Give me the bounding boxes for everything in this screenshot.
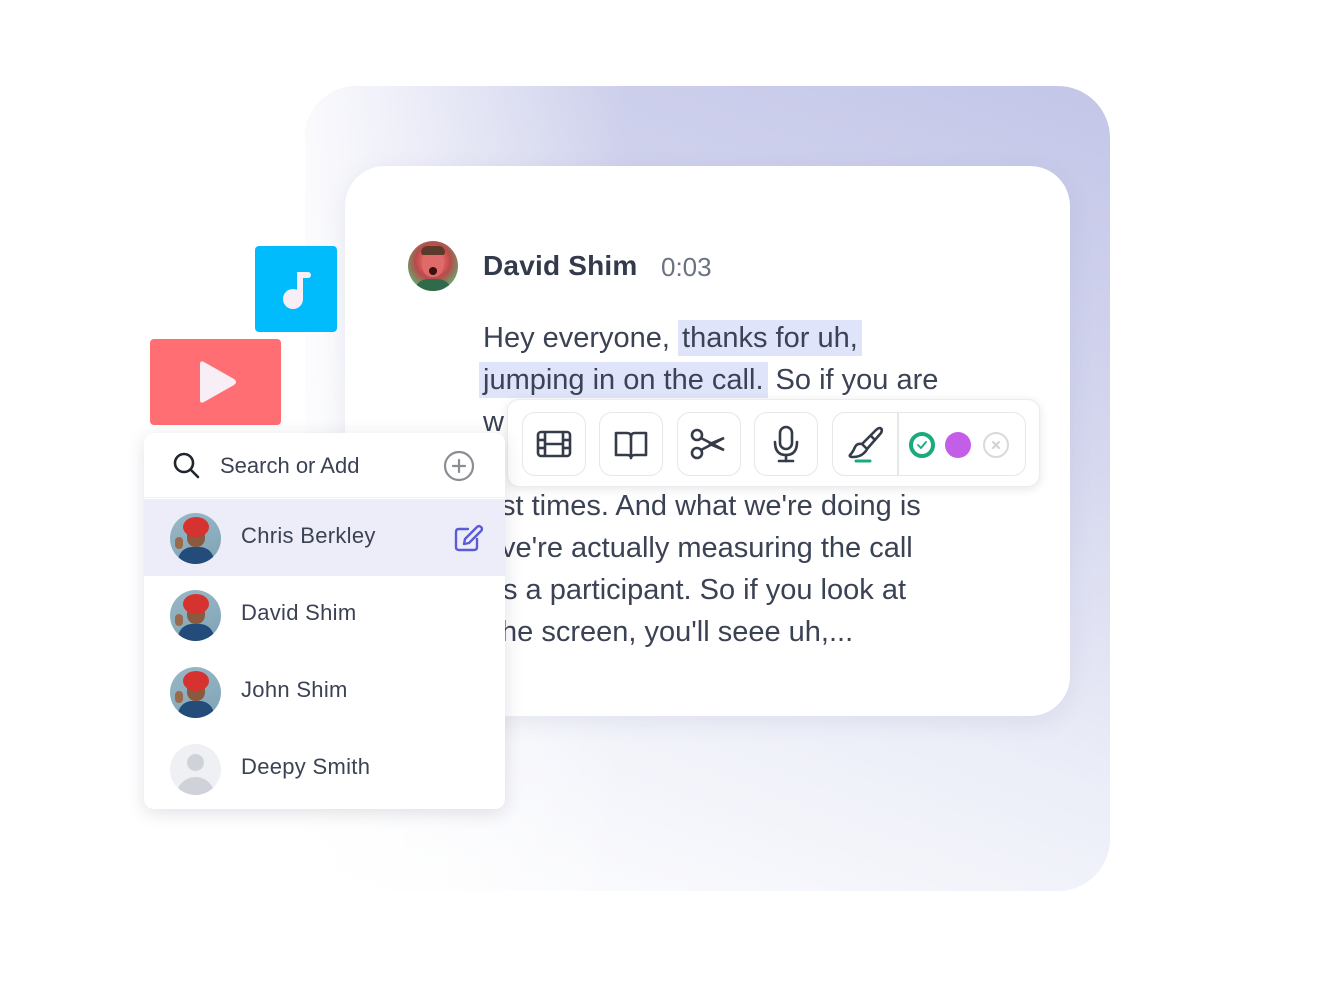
speaker-picker: Chris Berkley David Shim John Shim Deepy… [144, 433, 505, 809]
transcript-segment: Hey everyone, [483, 322, 679, 354]
speaker-name[interactable]: David Shim [483, 250, 637, 282]
paintbrush-icon [848, 426, 884, 463]
person-row[interactable]: Chris Berkley [144, 499, 505, 576]
search-input[interactable] [220, 449, 430, 483]
close-icon [992, 441, 1000, 449]
person-row[interactable]: John Shim [144, 653, 505, 730]
search-row [144, 433, 505, 498]
highlight-color-group [832, 412, 1026, 476]
swatch-green[interactable] [909, 432, 935, 458]
person-name: John Shim [241, 677, 348, 702]
highlighted-segment[interactable]: thanks for uh, [678, 320, 862, 356]
check-icon [917, 441, 927, 449]
avatar [170, 667, 221, 718]
speaker-avatar [408, 241, 458, 291]
person-name: David Shim [241, 600, 357, 625]
avatar [170, 513, 221, 564]
highlight-button[interactable] [833, 413, 897, 477]
annotation-toolbar [507, 399, 1040, 487]
person-row[interactable]: Deepy Smith [144, 730, 505, 807]
edit-icon[interactable] [454, 524, 484, 552]
transcript-line: st times. And what we're doing is [501, 490, 921, 522]
scissors-icon [690, 428, 725, 460]
microphone-icon [773, 425, 799, 463]
person-name: Deepy Smith [241, 754, 371, 779]
timestamp[interactable]: 0:03 [661, 252, 712, 283]
transcript-segment: So if you are [767, 364, 939, 396]
clip-button[interactable] [522, 412, 586, 476]
transcript-line: jumping in on the call. So if you are [479, 359, 938, 401]
search-icon [173, 452, 200, 479]
avatar [170, 590, 221, 641]
audio-tile[interactable] [255, 246, 337, 332]
person-row[interactable]: David Shim [144, 576, 505, 653]
video-tile[interactable] [150, 339, 281, 425]
voice-button[interactable] [754, 412, 818, 476]
person-name: Chris Berkley [241, 523, 376, 548]
add-icon[interactable] [443, 450, 475, 482]
music-note-icon [283, 272, 311, 309]
play-icon [199, 361, 236, 403]
cut-button[interactable] [677, 412, 741, 476]
transcript-line: s a participant. So if you look at [503, 574, 906, 606]
clear-highlight-button[interactable] [983, 432, 1009, 458]
transcript-line: Hey everyone, thanks for uh, [483, 317, 862, 359]
swatch-purple[interactable] [945, 432, 971, 458]
film-icon [536, 430, 572, 458]
highlighted-segment[interactable]: jumping in on the call. [479, 362, 768, 398]
chapter-button[interactable] [599, 412, 663, 476]
transcript-line: ve're actually measuring the call [501, 532, 913, 564]
transcript-line: he screen, you'll seee uh,... [501, 616, 854, 648]
book-open-icon [614, 431, 648, 460]
avatar-placeholder-icon [170, 744, 221, 795]
divider [897, 413, 899, 475]
